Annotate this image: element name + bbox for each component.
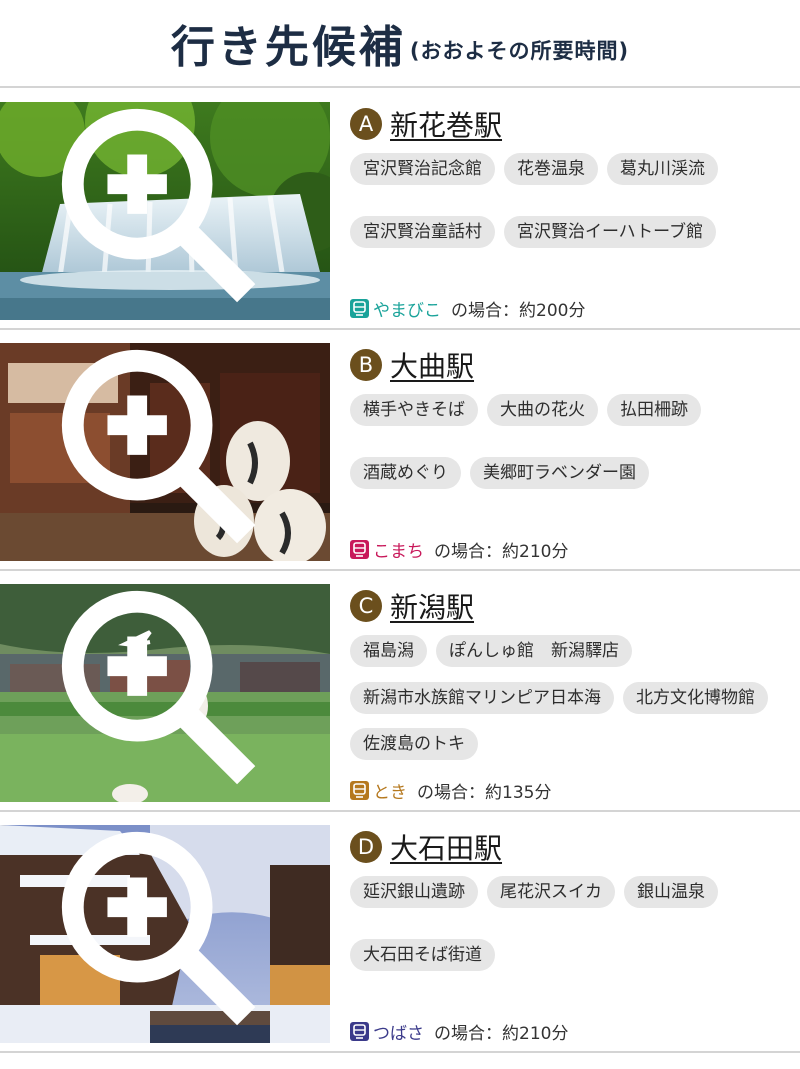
train-name: こまち xyxy=(373,541,424,562)
letter-badge: D xyxy=(350,831,382,863)
destination-info: B 大曲駅 横手やきそば 大曲の花火 払田柵跡 酒蔵めぐり 美郷町ラベンダー園 … xyxy=(350,343,790,562)
tag[interactable]: 美郷町ラベンダー園 xyxy=(470,457,649,489)
tag[interactable]: 延沢銀山遺跡 xyxy=(350,876,478,908)
station-heading: C 新潟駅 xyxy=(350,586,790,626)
tag[interactable]: 払田柵跡 xyxy=(607,394,701,426)
page-title: 行き先候補 xyxy=(170,22,406,73)
station-link[interactable]: 新花巻駅 xyxy=(390,104,502,144)
tag[interactable]: 葛丸川渓流 xyxy=(607,153,718,185)
travel-time: つばさ の場合：約210分 xyxy=(350,1019,569,1044)
tag[interactable]: 花巻温泉 xyxy=(504,153,598,185)
sightseeing-tags: 福島潟 ぽんしゅ館 新潟驛店 新潟市水族館マリンピア日本海 北方文化博物館 佐渡… xyxy=(350,635,790,775)
train-icon xyxy=(350,298,369,318)
time-text: の場合：約200分 xyxy=(451,300,586,321)
train-icon xyxy=(350,780,369,800)
tag[interactable]: 宮沢賢治記念館 xyxy=(350,153,495,185)
page-subtitle: (おおよその所要時間) xyxy=(409,39,630,63)
tag[interactable]: ぽんしゅ館 新潟驛店 xyxy=(436,635,632,667)
tag[interactable]: 宮沢賢治イーハトーブ館 xyxy=(504,216,717,248)
destination-card-c[interactable]: C 新潟駅 福島潟 ぽんしゅ館 新潟驛店 新潟市水族館マリンピア日本海 北方文化… xyxy=(0,572,800,812)
tag[interactable]: 北方文化博物館 xyxy=(623,681,768,714)
page-header: 行き先候補 (おおよその所要時間) xyxy=(0,0,800,88)
train-name: つばさ xyxy=(373,1023,424,1044)
train-name: やまびこ xyxy=(373,300,441,321)
time-text: の場合：約210分 xyxy=(434,1023,569,1044)
station-heading: D 大石田駅 xyxy=(350,827,790,867)
letter-badge: C xyxy=(350,590,382,622)
travel-time: こまち の場合：約210分 xyxy=(350,537,569,562)
tag[interactable]: 横手やきそば xyxy=(350,394,478,426)
tag[interactable]: 宮沢賢治童話村 xyxy=(350,216,495,248)
tag[interactable]: 福島潟 xyxy=(350,635,427,667)
time-text: の場合：約135分 xyxy=(417,782,552,803)
tag[interactable]: 大曲の花火 xyxy=(487,394,598,426)
destination-info: A 新花巻駅 宮沢賢治記念館 花巻温泉 葛丸川渓流 宮沢賢治童話村 宮沢賢治イー… xyxy=(350,102,790,321)
zoom-in-icon[interactable] xyxy=(0,343,322,554)
train-icon xyxy=(350,539,369,559)
sightseeing-tags: 延沢銀山遺跡 尾花沢スイカ 銀山温泉 大石田そば街道 xyxy=(350,876,790,1002)
tag[interactable]: 新潟市水族館マリンピア日本海 xyxy=(350,681,614,714)
ginzan-onsen-photo[interactable] xyxy=(0,825,330,1043)
tag[interactable]: 酒蔵めぐり xyxy=(350,457,461,489)
station-heading: B 大曲駅 xyxy=(350,345,790,385)
zoom-in-icon[interactable] xyxy=(0,825,322,1036)
letter-badge: A xyxy=(350,108,382,140)
train-icon xyxy=(350,1021,369,1041)
tag[interactable]: 尾花沢スイカ xyxy=(487,876,615,908)
station-link[interactable]: 大曲駅 xyxy=(390,345,474,385)
station-link[interactable]: 大石田駅 xyxy=(390,827,502,867)
travel-time: やまびこ の場合：約200分 xyxy=(350,296,586,321)
destination-info: D 大石田駅 延沢銀山遺跡 尾花沢スイカ 銀山温泉 大石田そば街道 つばさ の場… xyxy=(350,825,790,1044)
tag[interactable]: 佐渡島のトキ xyxy=(350,728,478,761)
destination-card-d[interactable]: D 大石田駅 延沢銀山遺跡 尾花沢スイカ 銀山温泉 大石田そば街道 つばさ の場… xyxy=(0,813,800,1053)
sake-brewery-photo[interactable] xyxy=(0,343,330,561)
time-text: の場合：約210分 xyxy=(434,541,569,562)
station-link[interactable]: 新潟駅 xyxy=(390,586,474,626)
rice-field-ibis-photo[interactable] xyxy=(0,584,330,802)
tag[interactable]: 銀山温泉 xyxy=(624,876,718,908)
travel-time: とき の場合：約135分 xyxy=(350,778,552,803)
zoom-in-icon[interactable] xyxy=(0,584,322,795)
destination-info: C 新潟駅 福島潟 ぽんしゅ館 新潟驛店 新潟市水族館マリンピア日本海 北方文化… xyxy=(350,584,790,803)
letter-badge: B xyxy=(350,349,382,381)
tag[interactable]: 大石田そば街道 xyxy=(350,939,495,971)
zoom-in-icon[interactable] xyxy=(0,102,322,313)
station-heading: A 新花巻駅 xyxy=(350,104,790,144)
waterfall-photo[interactable] xyxy=(0,102,330,320)
sightseeing-tags: 横手やきそば 大曲の花火 払田柵跡 酒蔵めぐり 美郷町ラベンダー園 xyxy=(350,394,790,520)
destination-card-a[interactable]: A 新花巻駅 宮沢賢治記念館 花巻温泉 葛丸川渓流 宮沢賢治童話村 宮沢賢治イー… xyxy=(0,90,800,330)
train-name: とき xyxy=(373,782,407,803)
destination-card-b[interactable]: B 大曲駅 横手やきそば 大曲の花火 払田柵跡 酒蔵めぐり 美郷町ラベンダー園 … xyxy=(0,331,800,571)
sightseeing-tags: 宮沢賢治記念館 花巻温泉 葛丸川渓流 宮沢賢治童話村 宮沢賢治イーハトーブ館 xyxy=(350,153,790,279)
